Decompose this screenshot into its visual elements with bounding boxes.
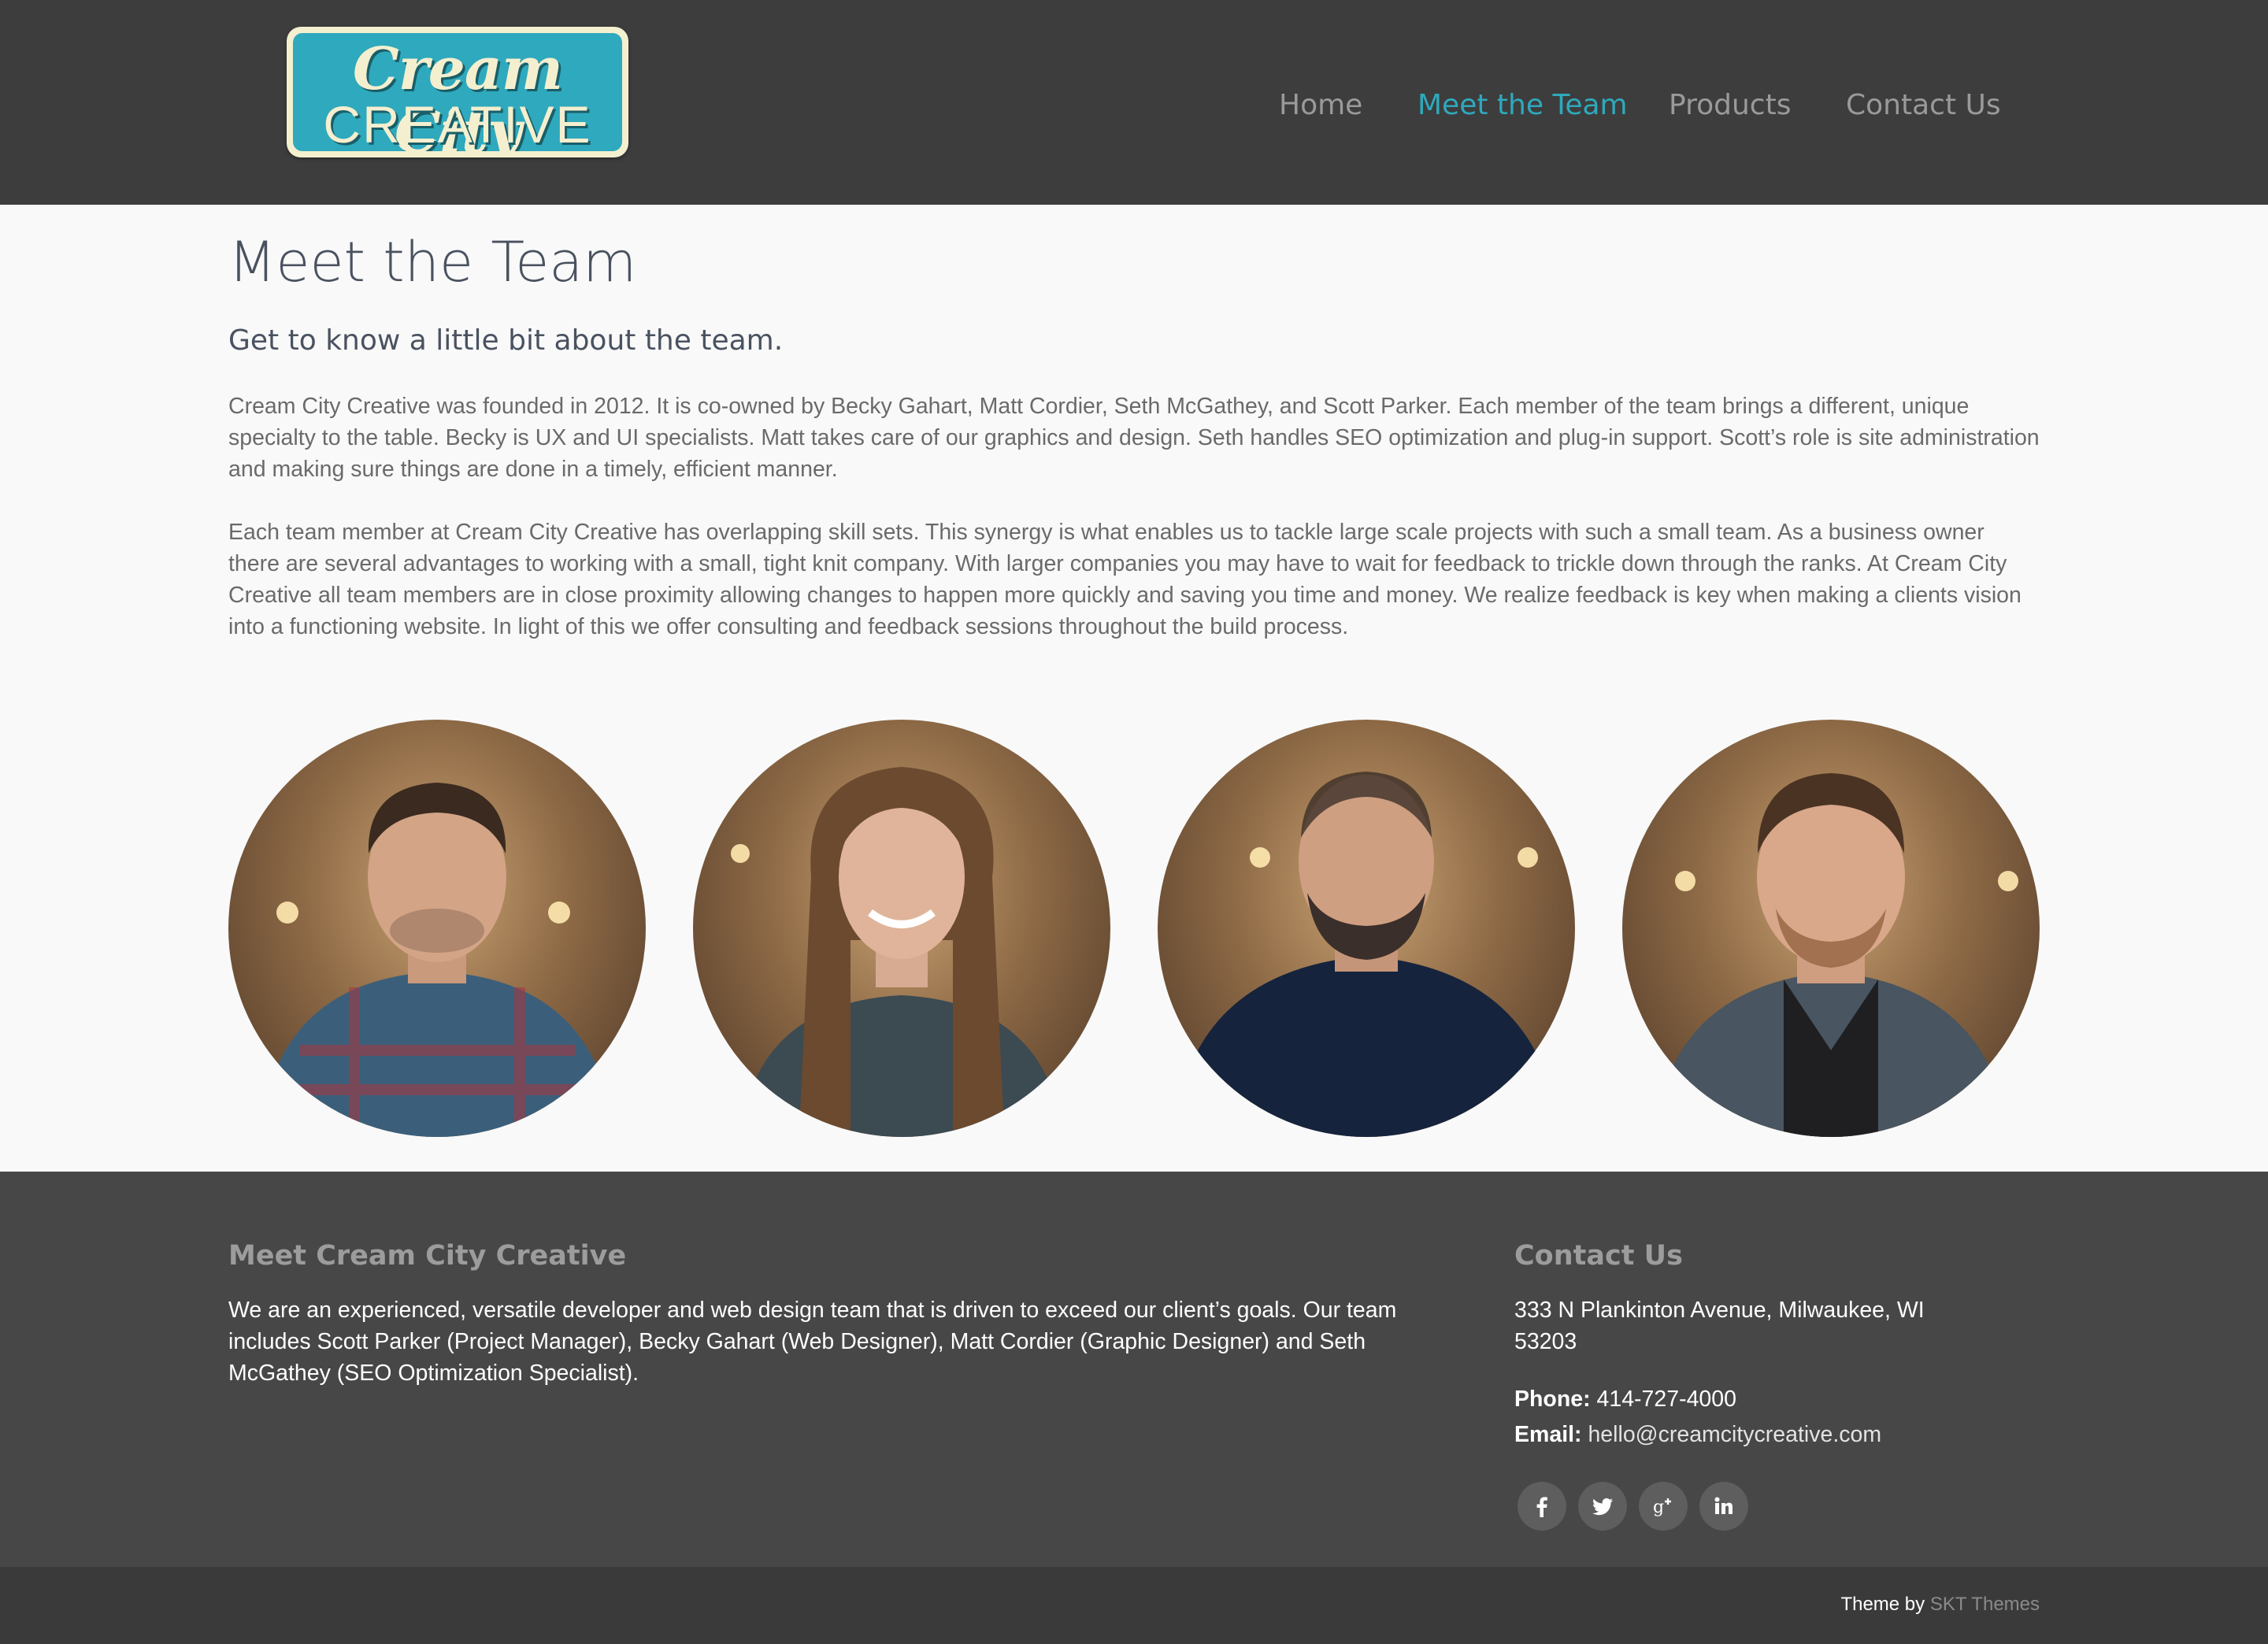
- footer-address: 333 N Plankinton Avenue, Milwaukee, WI 5…: [1514, 1298, 1925, 1354]
- phone-label: Phone:: [1514, 1387, 1591, 1412]
- team-member-portrait: [693, 720, 1110, 1137]
- email-label: Email:: [1514, 1422, 1582, 1447]
- twitter-icon[interactable]: [1578, 1482, 1627, 1531]
- site-logo[interactable]: Cream City CREATIVE: [287, 27, 628, 157]
- logo-badge: Cream City CREATIVE: [293, 33, 622, 151]
- nav-meet-the-team[interactable]: Meet the Team: [1418, 82, 1628, 129]
- team-member-portrait: [1158, 720, 1575, 1137]
- team-member-portrait: [1622, 720, 2040, 1137]
- team-member-portrait: [228, 720, 646, 1137]
- footer-about-title: Meet Cream City Creative: [228, 1240, 627, 1272]
- page-subtitle: Get to know a little bit about the team.: [228, 324, 784, 357]
- team-paragraph: Each team member at Cream City Creative …: [228, 520, 2022, 639]
- google-plus-icon[interactable]: g: [1639, 1482, 1688, 1531]
- credit-link[interactable]: SKT Themes: [1930, 1594, 2040, 1615]
- footer-phone: Phone: 414-727-4000: [1514, 1383, 1736, 1415]
- intro-paragraph: Cream City Creative was founded in 2012.…: [228, 394, 2040, 482]
- footer-about-text: We are an experienced, versatile develop…: [228, 1298, 1397, 1386]
- page-title: Meet the Team: [228, 230, 637, 294]
- email-link[interactable]: hello@creamcitycreative.com: [1588, 1422, 1881, 1447]
- logo-text-line2: CREATIVE: [323, 95, 592, 151]
- nav-home[interactable]: Home: [1279, 82, 1362, 129]
- nav-contact-us[interactable]: Contact Us: [1846, 82, 2001, 129]
- credit-prefix: Theme by: [1840, 1594, 1925, 1615]
- theme-credit: Theme by SKT Themes: [1840, 1589, 2040, 1620]
- phone-value[interactable]: 414-727-4000: [1597, 1387, 1737, 1412]
- footer-contact-title: Contact Us: [1514, 1240, 1683, 1272]
- footer-email: Email: hello@creamcitycreative.com: [1514, 1419, 1881, 1450]
- linkedin-icon[interactable]: [1699, 1482, 1748, 1531]
- facebook-icon[interactable]: [1518, 1482, 1566, 1531]
- svg-text:g: g: [1653, 1498, 1664, 1517]
- nav-products[interactable]: Products: [1669, 82, 1791, 129]
